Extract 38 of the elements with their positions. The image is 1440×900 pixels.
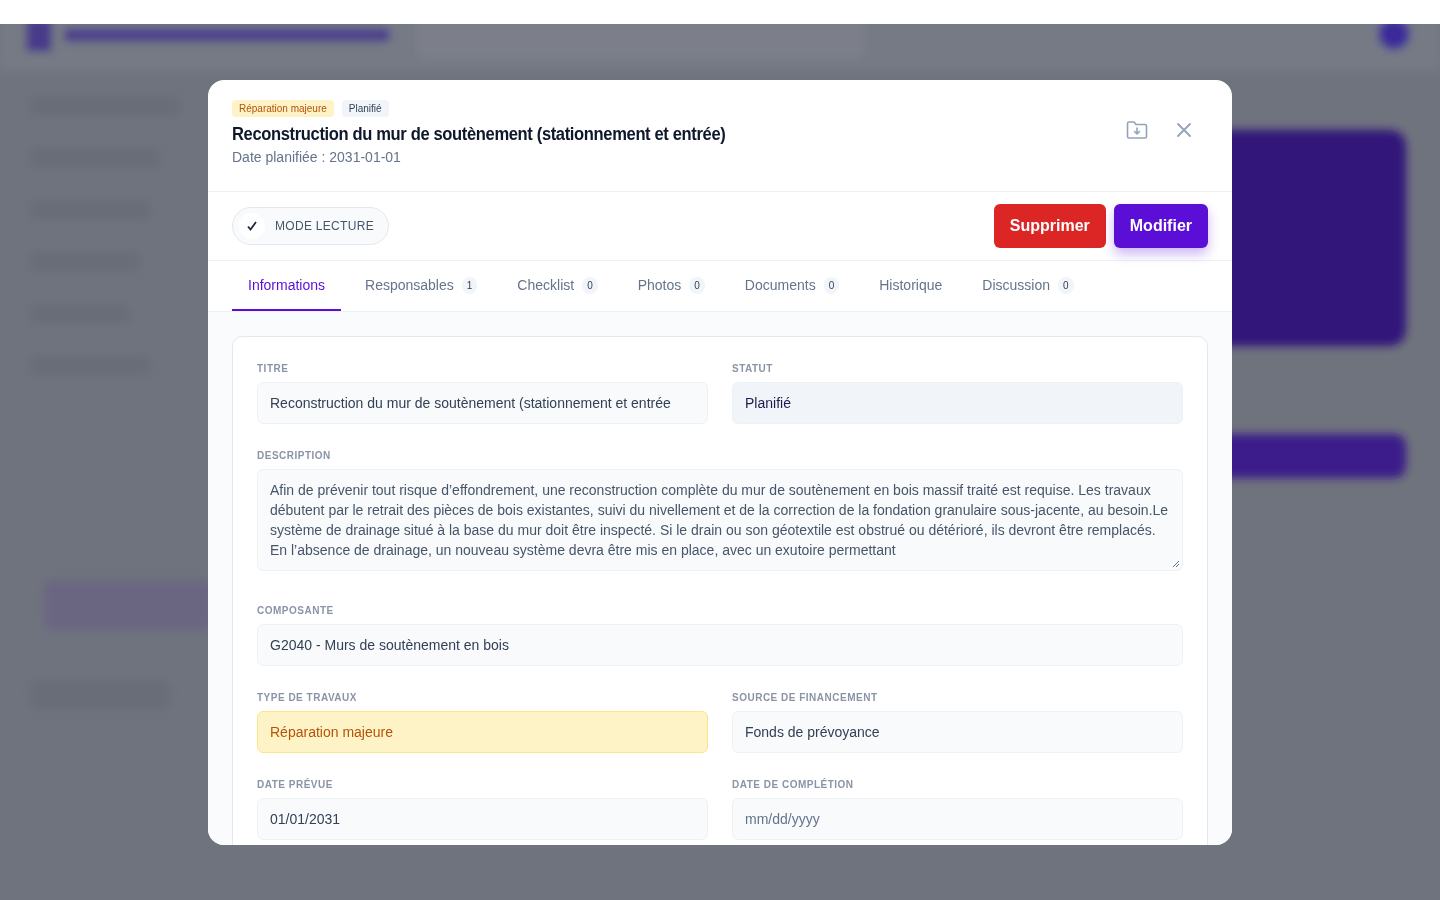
input-field[interactable]: Reconstruction du mur de soutènement (stationnement et entrée (257, 382, 708, 424)
close-icon[interactable] (1176, 122, 1192, 138)
tab[interactable]: Photos 0 (621, 261, 721, 311)
count-badge: 1 (461, 276, 478, 294)
planned-date: Date planifiée : 2031-01-01 (232, 149, 402, 165)
status-select[interactable]: Planifié (732, 382, 1183, 424)
count-badge: 0 (1057, 276, 1074, 294)
count-badge: 0 (689, 276, 705, 294)
field-label: DATE DE COMPLÉTION (732, 779, 855, 790)
dialog-title: Reconstruction du mur de soutènement (stationnement et entrée) (232, 124, 726, 145)
tab[interactable]: Discussion 0 (966, 261, 1090, 311)
count-badge: 0 (823, 276, 840, 294)
edit-button[interactable]: Modifier (1113, 204, 1208, 248)
input-field[interactable]: 01/01/2031 (257, 798, 708, 840)
field-label: STATUT (732, 363, 774, 374)
checkmark-icon (246, 220, 258, 232)
tab[interactable]: Documents 0 (728, 261, 856, 311)
field-label: TITRE (257, 363, 290, 374)
field-label: DESCRIPTION (257, 450, 332, 461)
resize-handle-icon[interactable] (1172, 560, 1180, 568)
field-label: DATE PRÉVUE (257, 779, 334, 790)
status-badge: Planifié (341, 100, 389, 117)
input-field[interactable]: Fonds de prévoyance (732, 711, 1183, 753)
tab[interactable]: Historique (863, 261, 959, 311)
tab[interactable]: Checklist 0 (501, 261, 614, 311)
field-label: TYPE DE TRAVAUX (257, 692, 358, 703)
date-field[interactable]: mm/dd/yyyy (732, 798, 1183, 840)
input-field[interactable]: Réparation majeure (257, 711, 708, 753)
delete-button[interactable]: Supprimer (993, 204, 1106, 248)
count-badge: 0 (582, 276, 598, 294)
download-folder-icon[interactable] (1126, 120, 1148, 140)
tab[interactable]: Responsables 1 (349, 261, 494, 311)
description-field[interactable]: Afin de prévenir tout risque d’effondrement, une reconstruction complète du mur de soutènement en bois massif traité est requise. Les travaux débutent par le retrait des pièces de bois existantes, suivi du nivellement et de la correction de la fondation granulaire sous-jacente, au besoin.Le système de drainage situé à la base du mur doit être inspecté. Si le drain ou son géotextile est obstrué ou détérioré, ils devront être remplacés. En l’absence de drainage, un nouveau système devra être mis en place, avec un exutoire permettant (257, 469, 1183, 571)
field-label: SOURCE DE FINANCEMENT (732, 692, 879, 703)
status-badge: Réparation majeure (232, 100, 334, 117)
read-mode-toggle[interactable]: MODE LECTURE (232, 207, 389, 245)
field-label: COMPOSANTE (257, 605, 335, 616)
input-field[interactable]: G2040 - Murs de soutènement en bois (257, 624, 1183, 666)
